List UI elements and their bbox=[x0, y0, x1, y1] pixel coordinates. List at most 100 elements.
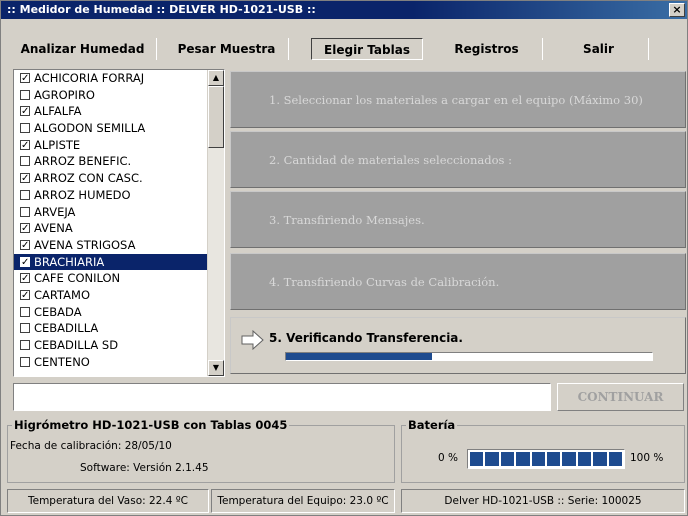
battery-segment bbox=[547, 452, 561, 466]
battery-segment bbox=[516, 452, 530, 466]
list-item[interactable]: ARROZ CON CASC. bbox=[14, 170, 224, 188]
battery-segment bbox=[608, 452, 623, 466]
battery-segment bbox=[531, 452, 546, 466]
list-item[interactable]: CARTAMO bbox=[14, 287, 224, 305]
list-item[interactable]: ALGODON SEMILLA bbox=[14, 120, 224, 137]
scroll-up-icon[interactable]: ▲ bbox=[208, 70, 224, 86]
checkbox[interactable] bbox=[20, 171, 30, 188]
list-item[interactable]: AGROPIRO bbox=[14, 87, 224, 104]
step-verify-transfer: 5. Verificando Transferencia. bbox=[230, 317, 686, 374]
checkbox[interactable] bbox=[20, 89, 30, 100]
scroll-down-icon[interactable]: ▼ bbox=[208, 360, 224, 376]
menu-registros[interactable]: Registros bbox=[431, 38, 543, 60]
checkbox[interactable] bbox=[20, 255, 30, 271]
list-item[interactable]: ACHICORIA FORRAJ bbox=[14, 70, 224, 88]
checkbox[interactable] bbox=[20, 356, 30, 367]
step-material-count: 2. Cantidad de materiales seleccionados … bbox=[230, 131, 686, 188]
step-transfer-messages: 3. Transfiriendo Mensajes. bbox=[230, 191, 686, 248]
checkbox[interactable] bbox=[20, 123, 30, 134]
title-bar: :: Medidor de Humedad :: DELVER HD-1021-… bbox=[1, 1, 687, 19]
checkbox[interactable] bbox=[20, 138, 30, 154]
list-item[interactable]: CEBADA bbox=[14, 304, 224, 321]
window-title: :: Medidor de Humedad :: DELVER HD-1021-… bbox=[7, 3, 316, 16]
step-select-materials: 1. Seleccionar los materiales a cargar e… bbox=[230, 71, 686, 128]
checkbox[interactable] bbox=[20, 206, 30, 217]
battery-segment bbox=[485, 452, 499, 466]
list-item[interactable]: ARROZ HUMEDO bbox=[14, 187, 224, 204]
battery-segment bbox=[500, 452, 515, 466]
software-version: Software: Versión 2.1.45 bbox=[80, 462, 209, 474]
battery-segment bbox=[562, 452, 576, 466]
list-item-label: CEBADA bbox=[34, 304, 82, 319]
list-item[interactable]: CENTENO bbox=[14, 354, 224, 371]
vessel-temperature: Temperatura del Vaso: 22.4 ºC bbox=[7, 489, 209, 513]
list-item-label: AGROPIRO bbox=[34, 87, 95, 102]
device-info-group: Higrómetro HD-1021-USB con Tablas 0045 F… bbox=[7, 418, 395, 483]
list-item-label: AVENA bbox=[34, 221, 73, 236]
checkbox[interactable] bbox=[20, 271, 30, 288]
list-item-label: CARTAMO bbox=[34, 287, 91, 302]
list-item-label: CAFE CONILON bbox=[34, 271, 121, 286]
list-item-label: AVENA STRIGOSA bbox=[34, 237, 136, 252]
checkbox[interactable] bbox=[20, 323, 30, 334]
battery-title: Batería bbox=[406, 418, 458, 432]
checkbox[interactable] bbox=[20, 156, 30, 167]
materials-list[interactable]: ACHICORIA FORRAJ AGROPIRO ALFALFA ALGODON S… bbox=[13, 69, 225, 377]
serial-status: Delver HD-1021-USB :: Serie: 100025 bbox=[401, 489, 685, 513]
checkbox[interactable] bbox=[20, 71, 30, 88]
menu-elegir-tablas[interactable]: Elegir Tablas bbox=[311, 38, 423, 60]
scroll-thumb[interactable] bbox=[208, 86, 224, 148]
list-item[interactable]: AVENA bbox=[14, 220, 224, 238]
list-item[interactable]: CEBADILLA SD bbox=[14, 337, 224, 354]
menu-bar: Analizar Humedad Pesar Muestra Elegir Ta… bbox=[1, 19, 687, 63]
battery-meter bbox=[467, 449, 625, 469]
device-temperature: Temperatura del Equipo: 23.0 ºC bbox=[211, 489, 395, 513]
list-item-label: ARROZ BENEFIC. bbox=[34, 154, 132, 169]
battery-max-label: 100 % bbox=[630, 452, 664, 464]
menu-pesar-muestra[interactable]: Pesar Muestra bbox=[165, 38, 289, 60]
list-item-label: CENTENO bbox=[34, 354, 90, 369]
list-item-label: ACHICORIA FORRAJ bbox=[34, 71, 145, 85]
list-item-label: CEBADILLA SD bbox=[34, 338, 119, 352]
list-item[interactable]: CEBADILLA bbox=[14, 320, 224, 337]
arrow-right-icon bbox=[241, 330, 264, 350]
list-item[interactable]: ARROZ BENEFIC. bbox=[14, 153, 224, 170]
device-title: Higrómetro HD-1021-USB con Tablas 0045 bbox=[12, 418, 290, 432]
checkbox[interactable] bbox=[20, 306, 30, 317]
list-item-label: ALFALFA bbox=[34, 104, 82, 119]
calibration-date: Fecha de calibración: 28/05/10 bbox=[10, 440, 172, 452]
list-item-label: ARROZ HUMEDO bbox=[34, 187, 131, 202]
list-item-label: ARROZ CON CASC. bbox=[34, 171, 143, 186]
transfer-progress-fill bbox=[286, 353, 433, 360]
list-item-label: ALGODON SEMILLA bbox=[34, 121, 146, 136]
list-item-label: ARVEJA bbox=[34, 204, 76, 219]
checkbox[interactable] bbox=[20, 221, 30, 238]
list-item[interactable]: CAFE CONILON bbox=[14, 270, 224, 288]
step-verify-label: 5. Verificando Transferencia. bbox=[269, 331, 463, 345]
menu-salir[interactable]: Salir bbox=[549, 38, 649, 60]
message-box bbox=[13, 383, 551, 411]
checkbox[interactable] bbox=[20, 238, 30, 255]
list-item-label: ALPISTE bbox=[34, 137, 81, 152]
continue-button[interactable]: CONTINUAR bbox=[557, 383, 684, 411]
list-scrollbar[interactable]: ▲ ▼ bbox=[207, 70, 224, 376]
list-item-label: CEBADILLA bbox=[34, 321, 99, 336]
list-item[interactable]: ALFALFA bbox=[14, 103, 224, 121]
list-item[interactable]: ARVEJA bbox=[14, 204, 224, 221]
list-item[interactable]: ALPISTE bbox=[14, 137, 224, 154]
menu-analizar-humedad[interactable]: Analizar Humedad bbox=[9, 38, 157, 60]
list-item-label: BRACHIARIA bbox=[34, 254, 105, 269]
battery-segment bbox=[577, 452, 592, 466]
checkbox[interactable] bbox=[20, 288, 30, 305]
close-button[interactable]: × bbox=[669, 3, 685, 17]
checkbox[interactable] bbox=[20, 104, 30, 121]
transfer-progress bbox=[285, 352, 653, 361]
checkbox[interactable] bbox=[20, 189, 30, 200]
step-transfer-curves: 4. Transfiriendo Curvas de Calibración. bbox=[230, 253, 686, 310]
checkbox[interactable] bbox=[20, 340, 30, 350]
list-item[interactable]: AVENA STRIGOSA bbox=[14, 237, 224, 255]
battery-segment bbox=[470, 452, 484, 466]
battery-min-label: 0 % bbox=[438, 452, 458, 464]
main-window: :: Medidor de Humedad :: DELVER HD-1021-… bbox=[0, 0, 688, 516]
list-item[interactable]: BRACHIARIA bbox=[14, 253, 224, 271]
